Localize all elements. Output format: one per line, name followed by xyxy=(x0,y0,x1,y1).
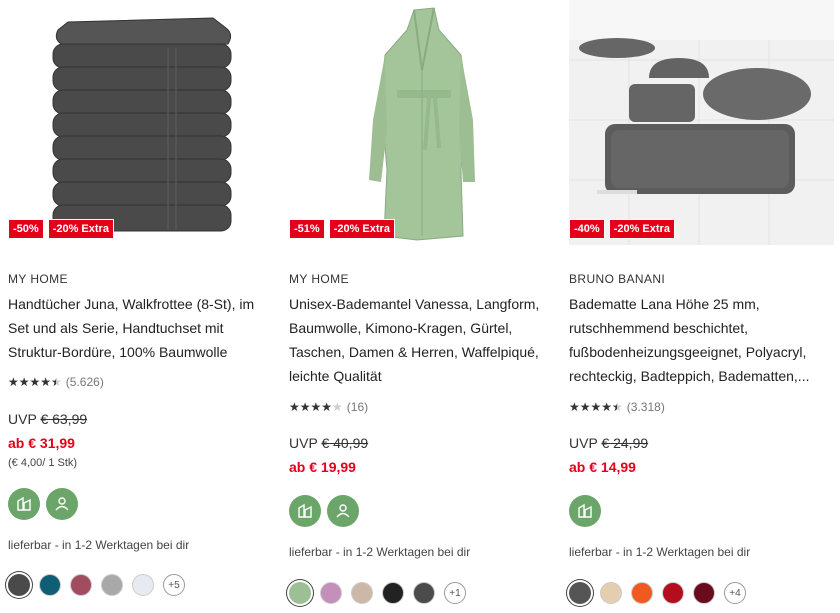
sustainable-icon[interactable] xyxy=(8,488,40,520)
color-swatch[interactable] xyxy=(693,582,715,604)
discount-badge: -50% xyxy=(8,219,44,239)
extra-discount-badge: -20% Extra xyxy=(328,219,395,239)
uvp-value: € 40,99 xyxy=(321,435,369,451)
product-card[interactable]: -40% -20% Extra BRUNO BANANI Badematte L… xyxy=(569,0,837,613)
delivery-info: lieferbar - in 1-2 Werktagen bei dir xyxy=(569,545,751,559)
rating-count: (3.318) xyxy=(626,400,665,414)
discount-badges: -50% -20% Extra xyxy=(8,219,114,239)
star-rating: ★★★★★★★★★★ xyxy=(569,400,623,414)
uvp-label: UVP xyxy=(8,411,37,427)
color-swatch[interactable] xyxy=(8,574,30,596)
rating: ★★★★★★★★★★ (16) xyxy=(289,400,368,414)
rating-count: (5.626) xyxy=(65,375,104,389)
extra-discount-badge: -20% Extra xyxy=(608,219,675,239)
delivery-info: lieferbar - in 1-2 Werktagen bei dir xyxy=(8,538,190,552)
color-swatch[interactable] xyxy=(662,582,684,604)
discount-badge: -51% xyxy=(289,219,325,239)
color-swatch[interactable] xyxy=(132,574,154,596)
sale-price: ab € 19,99 xyxy=(289,459,356,475)
star-rating: ★★★★★★★★★★ xyxy=(8,375,62,389)
color-swatch[interactable] xyxy=(101,574,123,596)
product-title[interactable]: Handtücher Juna, Walkfrottee (8-St), im … xyxy=(8,292,273,364)
feature-icons xyxy=(289,495,359,527)
sustainable-icon[interactable] xyxy=(569,495,601,527)
color-swatch[interactable] xyxy=(631,582,653,604)
product-card[interactable]: -50% -20% Extra MY HOME Handtücher Juna,… xyxy=(8,0,276,613)
uvp-price: UVP € 63,99 xyxy=(8,411,87,427)
sale-price: ab € 14,99 xyxy=(569,459,636,475)
uvp-value: € 24,99 xyxy=(601,435,649,451)
brand-name: MY HOME xyxy=(289,272,349,286)
extra-discount-badge: -20% Extra xyxy=(47,219,114,239)
color-swatch[interactable] xyxy=(289,582,311,604)
uvp-price: UVP € 40,99 xyxy=(289,435,368,451)
discount-badges: -40% -20% Extra xyxy=(569,219,675,239)
color-swatch[interactable] xyxy=(320,582,342,604)
color-swatch[interactable] xyxy=(600,582,622,604)
delivery-info: lieferbar - in 1-2 Werktagen bei dir xyxy=(289,545,471,559)
uvp-value: € 63,99 xyxy=(40,411,88,427)
product-image[interactable] xyxy=(8,0,273,245)
rating-count: (16) xyxy=(346,400,369,414)
product-title[interactable]: Badematte Lana Höhe 25 mm, rutschhemmend… xyxy=(569,292,834,388)
product-title[interactable]: Unisex-Bademantel Vanessa, Langform, Bau… xyxy=(289,292,554,388)
color-swatches: +5 xyxy=(8,574,185,596)
color-swatch[interactable] xyxy=(351,582,373,604)
color-swatches: +4 xyxy=(569,582,746,604)
color-swatch[interactable] xyxy=(382,582,404,604)
brand-name: MY HOME xyxy=(8,272,68,286)
color-swatch[interactable] xyxy=(413,582,435,604)
feature-icons xyxy=(8,488,78,520)
color-swatch[interactable] xyxy=(569,582,591,604)
brand-name: BRUNO BANANI xyxy=(569,272,666,286)
unit-price: (€ 4,00/ 1 Stk) xyxy=(8,457,78,469)
sale-price: ab € 31,99 xyxy=(8,435,75,451)
uvp-label: UVP xyxy=(289,435,318,451)
uvp-label: UVP xyxy=(569,435,598,451)
discount-badge: -40% xyxy=(569,219,605,239)
more-colors-button[interactable]: +1 xyxy=(444,582,466,604)
rating: ★★★★★★★★★★ (3.318) xyxy=(569,400,665,414)
certified-icon[interactable] xyxy=(327,495,359,527)
product-image[interactable] xyxy=(289,0,554,245)
more-colors-button[interactable]: +5 xyxy=(163,574,185,596)
product-card[interactable]: -51% -20% Extra MY HOME Unisex-Bademante… xyxy=(289,0,557,613)
color-swatch[interactable] xyxy=(39,574,61,596)
color-swatch[interactable] xyxy=(70,574,92,596)
discount-badges: -51% -20% Extra xyxy=(289,219,395,239)
certified-icon[interactable] xyxy=(46,488,78,520)
feature-icons xyxy=(569,495,601,527)
rating: ★★★★★★★★★★ (5.626) xyxy=(8,375,104,389)
uvp-price: UVP € 24,99 xyxy=(569,435,648,451)
more-colors-button[interactable]: +4 xyxy=(724,582,746,604)
color-swatches: +1 xyxy=(289,582,466,604)
star-rating: ★★★★★★★★★★ xyxy=(289,400,343,414)
sustainable-icon[interactable] xyxy=(289,495,321,527)
product-image[interactable] xyxy=(569,0,834,245)
